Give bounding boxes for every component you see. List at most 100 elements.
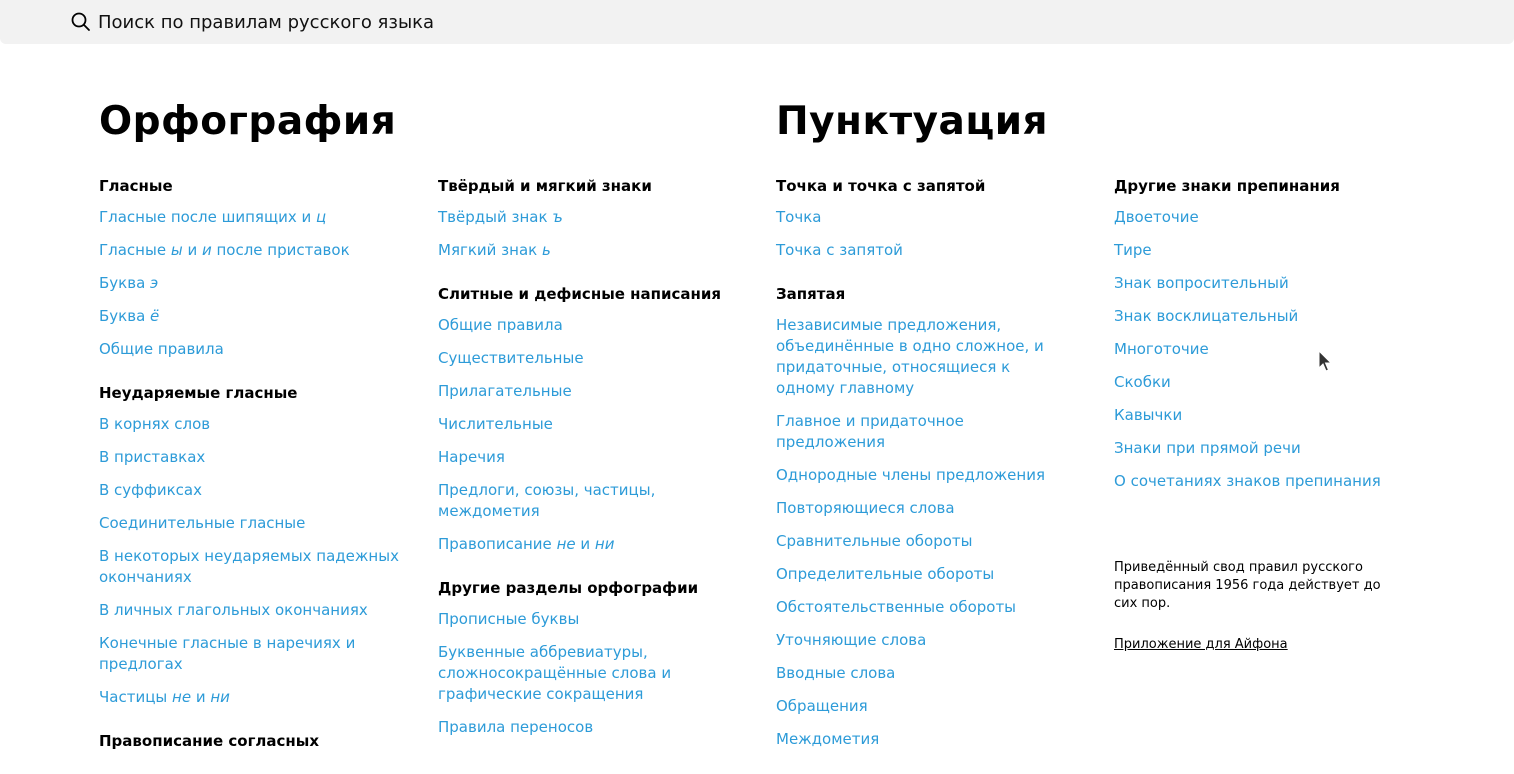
rule-link[interactable]: Прописные буквы <box>438 609 758 630</box>
rule-link-text: Точка <box>776 208 822 226</box>
rule-link-text: Общие правила <box>99 340 224 358</box>
rule-link[interactable]: Уточняющие слова <box>776 630 1066 651</box>
rule-link[interactable]: В некоторых неударяемых падежных окончан… <box>99 546 419 588</box>
rule-link[interactable]: В корнях слов <box>99 414 419 435</box>
rule-link-text: Однородные члены предложения <box>776 466 1045 484</box>
rule-link[interactable]: Наречия <box>438 447 758 468</box>
rule-group-title: Запятая <box>776 285 846 303</box>
rule-link-text: Двоеточие <box>1114 208 1199 226</box>
rule-link-text: Обращения <box>776 697 868 715</box>
rule-link[interactable]: Мягкий знак ь <box>438 240 758 261</box>
rule-link[interactable]: В суффиксах <box>99 480 419 501</box>
rule-link[interactable]: Гласные ы и и после приставок <box>99 240 419 261</box>
section-title-punctuation: Пунктуация <box>776 99 1049 144</box>
rule-group: Другие разделы орфографии Прописные буквы… <box>438 579 758 738</box>
rule-group-title: Слитные и дефисные написания <box>438 285 722 303</box>
rule-group: Точка и точка с запятой Точка Точка с запя… <box>776 177 1066 261</box>
rule-link-text: Буквенные аббревиатуры, сложносокращённы… <box>438 643 672 703</box>
rule-link[interactable]: Тире <box>1114 240 1404 261</box>
rule-link-text: В корнях слов <box>99 415 211 433</box>
rule-link-text: Твёрдый знак <box>438 208 553 226</box>
rule-group: Правописание согласных <box>99 732 419 750</box>
rule-link[interactable]: Существительные <box>438 348 758 369</box>
rule-link[interactable]: Прилагательные <box>438 381 758 402</box>
rule-link[interactable]: Знак вопросительный <box>1114 273 1404 294</box>
rule-link-text: Конечные гласные в наречиях и предлогах <box>99 634 356 673</box>
rule-link-text: Вводные слова <box>776 664 896 682</box>
rule-link[interactable]: Однородные члены предложения <box>776 465 1066 486</box>
rule-group-title: Точка и точка с запятой <box>776 177 986 195</box>
rule-link[interactable]: Сравнительные обороты <box>776 531 1066 552</box>
rule-link-text: Частицы <box>99 688 173 706</box>
rule-link[interactable]: Частицы не и ни <box>99 687 419 708</box>
rule-group-title: Твёрдый и мягкий знаки <box>438 177 652 195</box>
rule-link[interactable]: В личных глагольных окончаниях <box>99 600 419 621</box>
search-bar[interactable] <box>0 0 1514 44</box>
rule-link[interactable]: Соединительные гласные <box>99 513 419 534</box>
rule-link[interactable]: Числительные <box>438 414 758 435</box>
rule-link-text: Главное и придаточное предложения <box>776 412 964 451</box>
rule-link-text: Прилагательные <box>438 382 572 400</box>
rule-link-text: ни <box>210 688 230 706</box>
rule-link-text: Гласные после шипящих и <box>99 208 316 226</box>
rule-link-text: Гласные <box>99 241 171 259</box>
rule-link[interactable]: Скобки <box>1114 372 1404 393</box>
rule-link-text: Повторяющиеся слова <box>776 499 955 517</box>
rule-link-text: Прописные буквы <box>438 610 580 628</box>
rule-link-text: Правописание <box>438 535 557 553</box>
rule-link[interactable]: В приставках <box>99 447 419 468</box>
rule-link[interactable]: Определительные обороты <box>776 564 1066 585</box>
rule-link-text: не <box>556 535 576 553</box>
rule-link-text: В приставках <box>99 448 206 466</box>
rule-link[interactable]: Двоеточие <box>1114 207 1404 228</box>
rule-link[interactable]: Точка с запятой <box>776 240 1066 261</box>
rule-link[interactable]: Повторяющиеся слова <box>776 498 1066 519</box>
rule-link-text: Буква <box>99 307 151 325</box>
rule-link[interactable]: Обстоятельственные обороты <box>776 597 1066 618</box>
rule-link-text: ь <box>541 241 551 259</box>
rule-link-text: ы <box>170 241 183 259</box>
rule-link[interactable]: Знак восклицательный <box>1114 306 1404 327</box>
rule-link[interactable]: Гласные после шипящих и ц <box>99 207 419 228</box>
rule-link[interactable]: О сочетаниях знаков препинания <box>1114 471 1404 492</box>
rule-link[interactable]: Предлоги, союзы, частицы, междометия <box>438 480 758 522</box>
rule-link[interactable]: Вводные слова <box>776 663 1066 684</box>
rule-link[interactable]: Независимые предложения, объединённые в … <box>776 315 1066 399</box>
rule-link-text: э <box>150 274 159 292</box>
rule-link[interactable]: Общие правила <box>438 315 758 336</box>
rule-link-text: Определительные обороты <box>776 565 995 583</box>
rule-link[interactable]: Твёрдый знак ъ <box>438 207 758 228</box>
rule-link-text: В личных глагольных окончаниях <box>99 601 368 619</box>
rule-link-text: Знак вопросительный <box>1114 274 1289 292</box>
rule-group-title: Гласные <box>99 177 173 195</box>
rule-link[interactable]: Междометия <box>776 729 1066 750</box>
rule-link[interactable]: Кавычки <box>1114 405 1404 426</box>
rule-link[interactable]: Точка <box>776 207 1066 228</box>
rule-link-text: Буква <box>99 274 151 292</box>
rule-link[interactable]: Буква э <box>99 273 419 294</box>
rule-link-text: Соединительные гласные <box>99 514 306 532</box>
rule-link[interactable]: Правописание не и ни <box>438 534 758 555</box>
rule-link[interactable]: Конечные гласные в наречиях и предлогах <box>99 633 419 675</box>
rule-link-text: Уточняющие слова <box>776 631 927 649</box>
search-input[interactable] <box>98 7 998 37</box>
rule-link-text: Наречия <box>438 448 505 466</box>
rule-link-text: Предлоги, союзы, частицы, междометия <box>438 481 656 520</box>
rule-link[interactable]: Буквенные аббревиатуры, сложносокращённы… <box>438 642 758 705</box>
rule-link[interactable]: Знаки при прямой речи <box>1114 438 1404 459</box>
rule-link-text: после приставок <box>211 241 350 259</box>
rule-group: Твёрдый и мягкий знаки Твёрдый знак ъ Мягк… <box>438 177 758 261</box>
iphone-app-link[interactable]: Приложение для Айфона <box>1114 636 1288 654</box>
rule-link[interactable]: Главное и придаточное предложения <box>776 411 1066 453</box>
search-icon <box>71 12 90 31</box>
rule-link[interactable]: Многоточие <box>1114 339 1404 360</box>
rule-link-text: Скобки <box>1114 373 1171 391</box>
rule-link[interactable]: Буква ё <box>99 306 419 327</box>
rule-link-text: О сочетаниях знаков препинания <box>1114 472 1381 490</box>
rule-link-text: ц <box>315 208 327 226</box>
rule-group: Другие знаки препинания Двоеточие Тире Знак… <box>1114 177 1404 492</box>
rule-link[interactable]: Правила переносов <box>438 717 758 738</box>
rule-link[interactable]: Обращения <box>776 696 1066 717</box>
rule-link[interactable]: Общие правила <box>99 339 419 360</box>
rule-group-title: Другие знаки препинания <box>1114 177 1340 195</box>
